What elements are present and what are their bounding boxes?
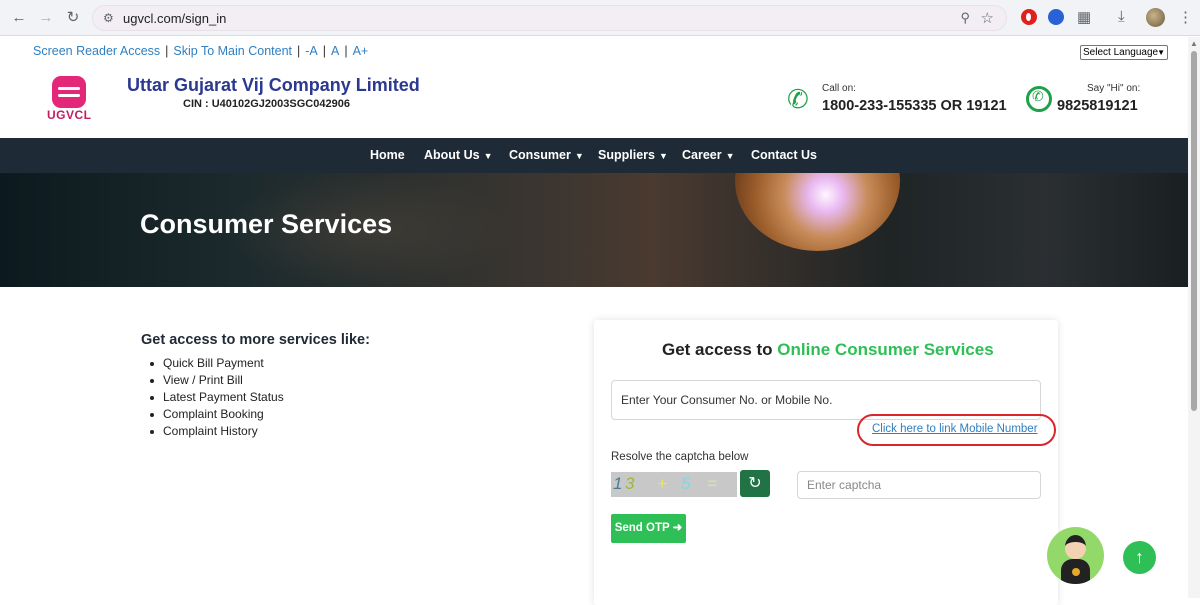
send-otp-button[interactable]: Send OTP ➜	[611, 514, 686, 543]
reload-icon[interactable]: ↻	[63, 8, 83, 28]
refresh-captcha-button[interactable]: ↻	[740, 470, 770, 497]
page-scrollbar[interactable]: ▲	[1188, 37, 1200, 598]
puzzle-icon[interactable]: ▦	[1077, 8, 1091, 26]
captcha-char: 3	[625, 474, 635, 493]
accessibility-bar: Screen Reader Access | Skip To Main Conten…	[33, 44, 368, 58]
chevron-down-icon: ▼	[1157, 48, 1165, 57]
page-title: Consumer Services	[140, 209, 393, 239]
arrow-right-icon: ➜	[672, 522, 683, 534]
refresh-icon: ↻	[748, 475, 762, 492]
whatsapp-icon	[1026, 86, 1052, 112]
scroll-up-arrow-icon[interactable]: ▲	[1190, 39, 1198, 48]
card-title-highlight: Online Consumer Services	[777, 340, 994, 359]
scrollbar-thumb[interactable]	[1191, 51, 1197, 411]
captcha-char: 5	[681, 474, 691, 493]
chatbot-avatar-button[interactable]	[1047, 527, 1104, 584]
chatbot-head	[1065, 535, 1086, 559]
nav-item-home[interactable]: Home	[370, 148, 405, 162]
card-title-prefix: Get access to	[662, 340, 773, 359]
language-select-value: Select Language	[1083, 47, 1159, 58]
nav-item-label: Home	[370, 148, 405, 162]
browser-toolbar: ← → ↻ ⚙ ugvcl.com/sign_in ⚲ ☆ ▦ ⤓ ⋮	[0, 0, 1200, 36]
language-select[interactable]: Select Language ▼	[1080, 45, 1168, 60]
opera-extension-icon[interactable]	[1021, 9, 1037, 25]
link-mobile-number-link[interactable]: Click here to link Mobile Number	[872, 423, 1038, 435]
nav-item-label: Career	[682, 148, 722, 162]
chevron-down-icon: ▼	[574, 151, 584, 161]
cin-number: CIN : U40102GJ2003SGC042906	[183, 98, 350, 110]
list-item: Latest Payment Status	[149, 389, 284, 406]
forward-icon[interactable]: →	[36, 8, 56, 28]
nav-item-label: About Us	[424, 148, 480, 162]
list-item: View / Print Bill	[149, 372, 284, 389]
hero-banner: Consumer Services	[0, 173, 1188, 287]
captcha-char: 1	[613, 474, 623, 493]
services-list: Quick Bill Payment View / Print Bill Lat…	[149, 355, 284, 440]
captcha-input-placeholder: Enter captcha	[807, 478, 882, 492]
logo-text: UGVCL	[47, 108, 92, 122]
captcha-label: Resolve the captcha below	[611, 451, 749, 463]
back-icon[interactable]: ←	[9, 8, 29, 28]
nav-item-suppliers[interactable]: Suppliers ▼	[598, 148, 668, 162]
list-item: Complaint History	[149, 423, 284, 440]
screen-reader-link[interactable]: Screen Reader Access	[33, 44, 160, 58]
scroll-to-top-button[interactable]: ↑	[1123, 541, 1156, 574]
extension-icon[interactable]	[1048, 9, 1064, 25]
separator: |	[165, 44, 169, 58]
list-item: Quick Bill Payment	[149, 355, 284, 372]
arrow-up-icon: ↑	[1135, 547, 1144, 567]
call-label: Call on:	[822, 83, 856, 94]
chevron-down-icon: ▼	[483, 151, 493, 161]
captcha-input[interactable]: Enter captcha	[797, 471, 1041, 499]
call-number[interactable]: 1800-233-155335 OR 19121	[822, 98, 1007, 114]
nav-item-label: Suppliers	[598, 148, 655, 162]
whatsapp-label: Say "Hi" on:	[1087, 83, 1141, 94]
site-settings-icon[interactable]: ⚙	[103, 11, 114, 25]
font-normal-link[interactable]: A	[331, 44, 339, 58]
nav-item-career[interactable]: Career ▼	[682, 148, 735, 162]
services-heading: Get access to more services like:	[141, 332, 370, 348]
web-page: Screen Reader Access | Skip To Main Conten…	[0, 37, 1188, 605]
hero-orb-image	[735, 173, 900, 251]
address-bar[interactable]: ⚙ ugvcl.com/sign_in ⚲ ☆	[92, 5, 1007, 31]
url-text[interactable]: ugvcl.com/sign_in	[123, 11, 226, 26]
nav-item-contact-us[interactable]: Contact Us	[751, 148, 817, 162]
ugvcl-logo[interactable]: UGVCL	[47, 76, 91, 122]
skip-main-link[interactable]: Skip To Main Content	[173, 44, 292, 58]
nav-item-about-us[interactable]: About Us ▼	[424, 148, 492, 162]
separator: |	[344, 44, 348, 58]
chevron-down-icon: ▼	[658, 151, 668, 161]
logo-mark	[52, 76, 86, 108]
send-otp-label: Send OTP	[614, 522, 670, 534]
consumer-input-placeholder: Enter Your Consumer No. or Mobile No.	[621, 393, 833, 407]
list-item: Complaint Booking	[149, 406, 284, 423]
card-title: Get access to Online Consumer Services	[662, 340, 994, 360]
whatsapp-number[interactable]: 9825819121	[1057, 98, 1138, 114]
download-icon[interactable]: ⤓	[1118, 8, 1125, 25]
zoom-icon[interactable]: ⚲	[960, 10, 970, 26]
bookmark-star-icon[interactable]: ☆	[981, 9, 994, 27]
main-nav: Home About Us ▼ Consumer ▼ Suppliers ▼ Care…	[0, 138, 1188, 173]
captcha-char: +	[657, 474, 667, 493]
captcha-image: 1 3 + 5 =	[611, 472, 737, 497]
company-name: Uttar Gujarat Vij Company Limited	[127, 75, 420, 95]
profile-avatar[interactable]	[1146, 8, 1165, 27]
login-card: Get access to Online Consumer Services E…	[594, 320, 1058, 605]
menu-icon[interactable]: ⋮	[1178, 8, 1193, 26]
font-decrease-link[interactable]: -A	[305, 44, 318, 58]
font-increase-link[interactable]: A+	[353, 44, 369, 58]
phone-icon: ✆	[787, 84, 809, 114]
separator: |	[297, 44, 301, 58]
chevron-down-icon: ▼	[725, 151, 735, 161]
nav-item-consumer[interactable]: Consumer ▼	[509, 148, 584, 162]
separator: |	[322, 44, 326, 58]
nav-item-label: Consumer	[509, 148, 571, 162]
chatbot-badge	[1072, 568, 1080, 576]
captcha-char: =	[707, 474, 717, 493]
nav-item-label: Contact Us	[751, 148, 817, 162]
